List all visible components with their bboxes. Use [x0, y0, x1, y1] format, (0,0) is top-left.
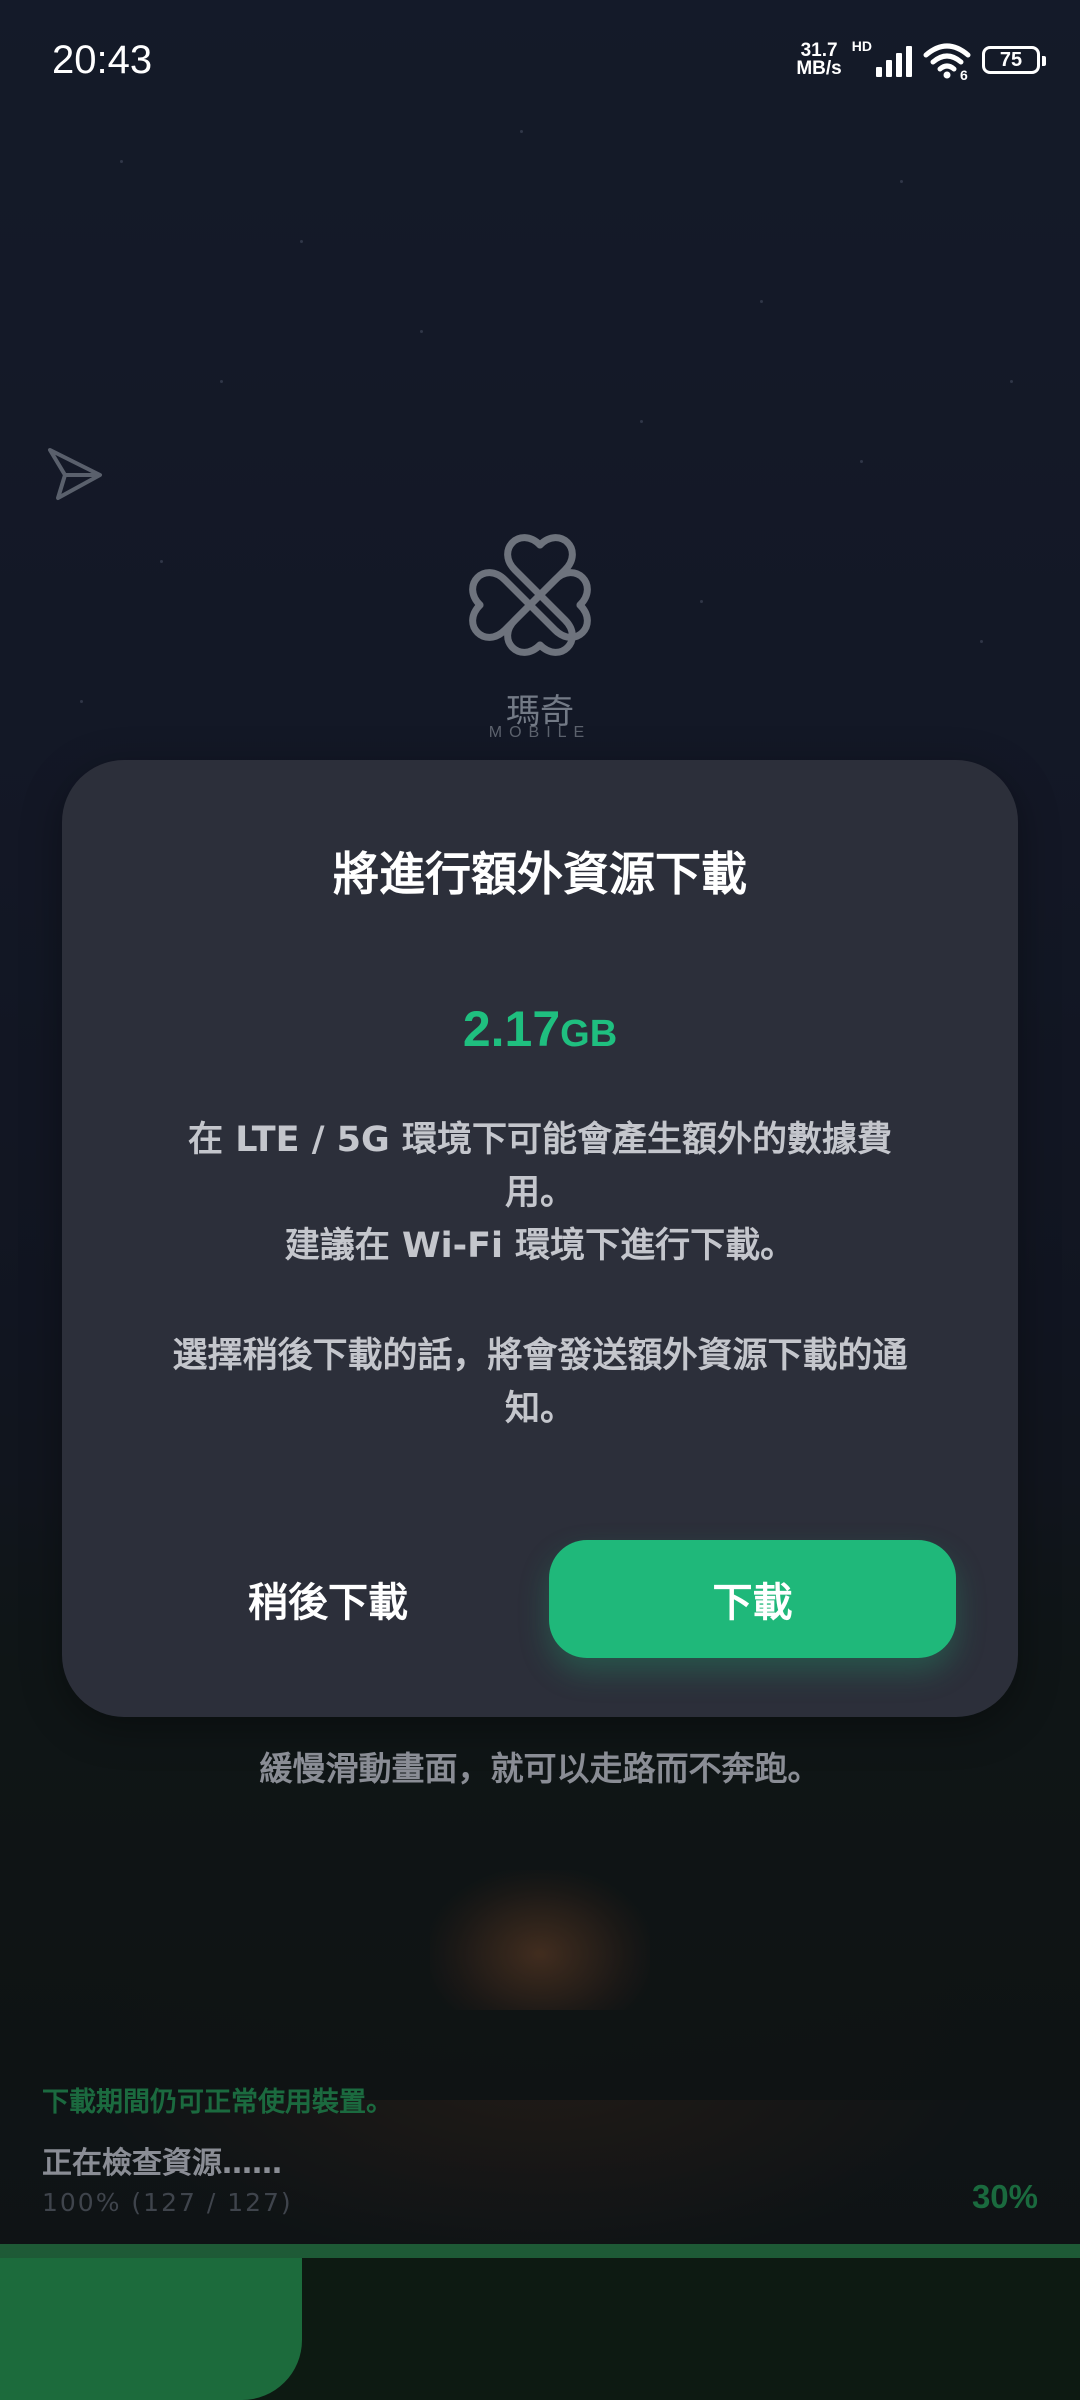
status-icons: 31.7 MB/s HD 6 75 [796, 38, 1046, 80]
gameplay-tip: 緩慢滑動畫面，就可以走路而不奔跑。 [259, 1749, 821, 1788]
progress-percent: 30% [971, 2178, 1038, 2215]
download-button[interactable]: 下載 [549, 1540, 956, 1658]
network-speed-unit: MB/s [796, 58, 842, 79]
download-size-value: 2.17 [462, 1001, 561, 1057]
dialog-title: 將進行額外資源下載 [333, 847, 747, 901]
wifi-icon: 6 [923, 43, 971, 80]
hd-badge: HD [851, 38, 872, 54]
progress-bar-track [0, 2244, 1080, 2258]
wifi-6-label: 6 [960, 67, 968, 80]
status-time: 20:43 [52, 38, 153, 82]
progress-bar [0, 2258, 1080, 2400]
network-speed: 31.7 MB/s [796, 41, 842, 79]
share-icon[interactable] [44, 444, 106, 506]
resource-counter: 100% (127 / 127) [42, 2188, 293, 2217]
mabinogi-knot-logo [469, 534, 591, 656]
dialog-body-line5: 知。 [504, 1389, 575, 1429]
dialog-body-line1: 在 LTE / 5G 環境下可能會產生額外的數據費 [188, 1120, 892, 1160]
dialog-body-line2: 用。 [504, 1173, 575, 1213]
download-note: 下載期間仍可正常使用裝置。 [42, 2087, 393, 2118]
dialog-body-line3: 建議在 Wi-Fi 環境下進行下載。 [284, 1226, 796, 1266]
logo-name-en: MOBILE [488, 724, 592, 741]
download-size-unit: GB [560, 1013, 618, 1055]
signal-icon [876, 43, 912, 77]
dialog-body-line4: 選擇稍後下載的話，將會發送額外資源下載的通 [172, 1336, 908, 1376]
battery-icon: 75 [982, 46, 1046, 74]
loading-status: 正在檢查資源…… [42, 2146, 282, 2181]
progress-bar-fill [0, 2258, 303, 2400]
download-later-button[interactable]: 稍後下載 [160, 1540, 496, 1658]
download-size: 2.17GB [0, 1000, 1080, 1058]
